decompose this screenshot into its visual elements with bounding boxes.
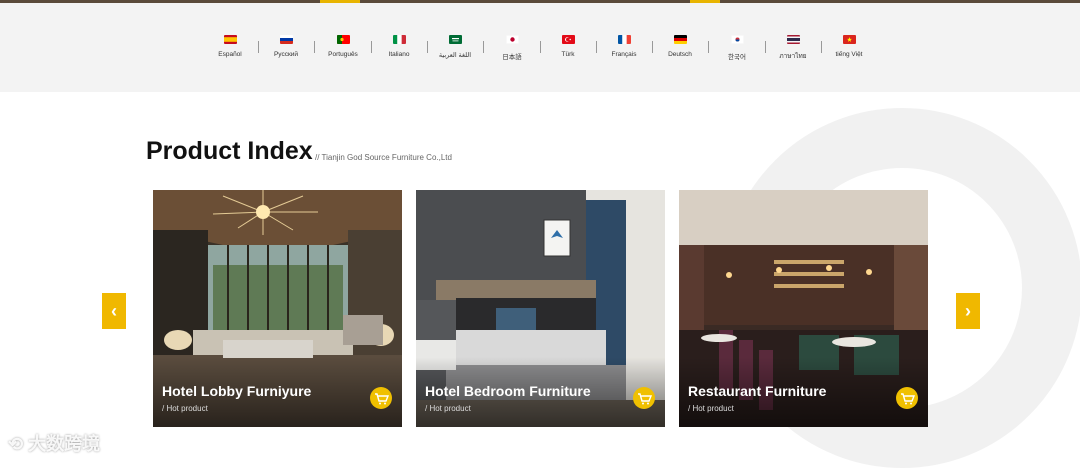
lang-german[interactable]: Deutsch <box>652 35 708 58</box>
carousel-prev-button[interactable]: ‹ <box>102 293 126 329</box>
watermark-text: 大数跨境 <box>28 434 101 454</box>
portugal-flag-icon <box>336 35 350 44</box>
product-title[interactable]: Hotel Bedroom Furniture <box>425 383 591 399</box>
cart-icon <box>375 393 390 405</box>
korea-flag-icon <box>730 35 744 44</box>
lang-turkish[interactable]: Türk <box>540 35 596 58</box>
product-card-bedroom[interactable]: Hotel Bedroom Furniture / Hot product <box>416 190 665 427</box>
carousel-next-button[interactable]: › <box>956 293 980 329</box>
lang-vietnamese[interactable]: tiếng Việt <box>821 35 877 58</box>
lang-italian[interactable]: Italiano <box>371 35 427 58</box>
cart-button[interactable] <box>370 387 392 409</box>
saudi-flag-icon <box>448 35 462 44</box>
product-card-lobby[interactable]: Hotel Lobby Furniyure / Hot product <box>153 190 402 427</box>
lang-label: ภาษาไทย <box>779 53 807 60</box>
lang-label: Português <box>328 51 358 58</box>
italy-flag-icon <box>392 35 406 44</box>
thailand-flag-icon <box>786 35 800 44</box>
product-tag: / Hot product <box>425 404 471 413</box>
product-title[interactable]: Restaurant Furniture <box>688 383 826 399</box>
product-title[interactable]: Hotel Lobby Furniyure <box>162 383 311 399</box>
lang-label: tiếng Việt <box>835 51 863 58</box>
japan-flag-icon <box>505 35 519 44</box>
language-bar: Español Русский Português Italiano اللغة… <box>0 3 1080 92</box>
vietnam-flag-icon <box>842 35 856 44</box>
product-tag: / Hot product <box>162 404 208 413</box>
lang-label: Deutsch <box>668 51 692 58</box>
chevron-left-icon: ‹ <box>111 301 117 321</box>
cart-button[interactable] <box>896 387 918 409</box>
watermark: ⟲ 大数跨境 <box>8 430 100 456</box>
cart-button[interactable] <box>633 387 655 409</box>
lang-russian[interactable]: Русский <box>258 35 314 58</box>
lang-label: Türk <box>561 51 575 58</box>
germany-flag-icon <box>673 35 687 44</box>
chevron-right-icon: › <box>965 301 971 321</box>
lang-label: Русский <box>273 51 299 58</box>
lang-label: Italiano <box>388 51 410 58</box>
product-card-restaurant[interactable]: Restaurant Furniture / Hot product <box>679 190 928 427</box>
section-title: Product Index <box>146 137 313 165</box>
france-flag-icon <box>617 35 631 44</box>
lang-label: 日本語 <box>502 54 522 61</box>
lang-korean[interactable]: 한국어 <box>709 35 765 61</box>
lang-label: 한국어 <box>728 54 746 61</box>
lang-spanish[interactable]: Español <box>202 35 258 58</box>
cart-icon <box>901 393 916 405</box>
turkey-flag-icon <box>561 35 575 44</box>
lang-label: Español <box>218 51 242 58</box>
cart-icon <box>638 393 653 405</box>
lang-arabic[interactable]: اللغة العربية <box>427 35 483 59</box>
spain-flag-icon <box>223 35 237 44</box>
lang-label: اللغة العربية <box>438 52 472 59</box>
lang-japanese[interactable]: 日本語 <box>484 35 540 61</box>
section-subtitle: // Tianjin God Source Furniture Co.,Ltd <box>315 153 452 162</box>
lang-portuguese[interactable]: Português <box>315 35 371 58</box>
watermark-logo-icon: ⟲ <box>8 434 29 454</box>
russia-flag-icon <box>279 35 293 44</box>
lang-thai[interactable]: ภาษาไทย <box>765 35 821 61</box>
lang-label: Français <box>611 51 637 58</box>
lang-french[interactable]: Français <box>596 35 652 58</box>
product-tag: / Hot product <box>688 404 734 413</box>
